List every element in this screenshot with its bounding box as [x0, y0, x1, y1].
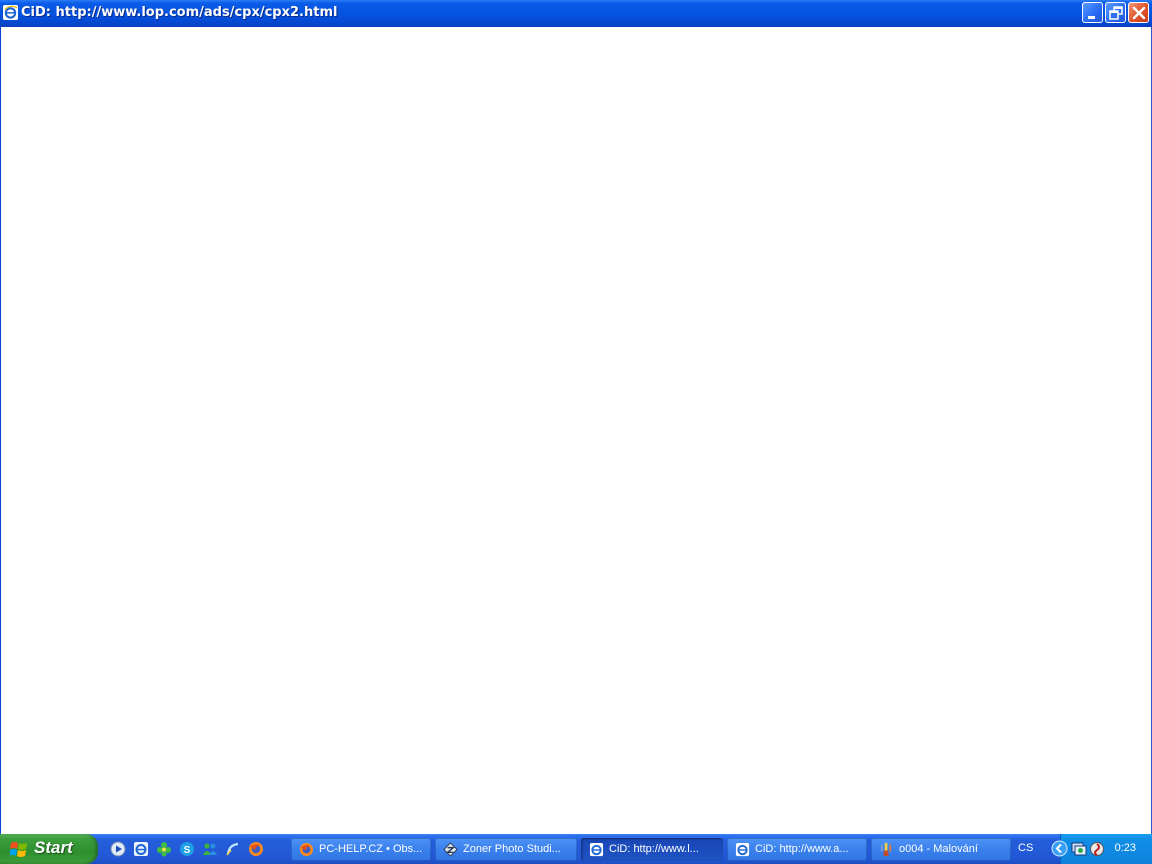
ie-icon [3, 5, 18, 20]
window-title: CiD: http://www.lop.com/ads/cpx/cpx2.htm… [21, 5, 338, 20]
taskbar: Start S PC-HELP.CZ • Obs... Zoner Photo … [0, 834, 1152, 864]
ie-icon[interactable] [225, 841, 241, 857]
title-bar[interactable]: CiD: http://www.lop.com/ads/cpx/cpx2.htm… [0, 0, 1152, 27]
ie-icon [589, 842, 604, 857]
task-label: Zoner Photo Studi... [463, 843, 561, 855]
close-button[interactable] [1128, 2, 1149, 23]
start-label: Start [34, 838, 73, 857]
windows-flag-icon [10, 842, 27, 857]
task-button-cid-a[interactable]: CiD: http://www.a... [727, 838, 867, 861]
green-app-icon[interactable] [156, 841, 172, 857]
task-button-zoner[interactable]: Zoner Photo Studi... [435, 838, 577, 861]
browser-window: CiD: http://www.lop.com/ads/cpx/cpx2.htm… [0, 0, 1152, 834]
system-tray: 0:23 [1051, 834, 1152, 864]
close-icon [1132, 6, 1146, 20]
svg-text:S: S [184, 845, 191, 856]
firefox-icon [299, 842, 314, 857]
task-button-paint[interactable]: o004 - Malování [871, 838, 1011, 861]
antivirus-icon[interactable] [1089, 841, 1105, 857]
task-label: CiD: http://www.l... [609, 843, 699, 855]
firefox-icon[interactable] [248, 841, 264, 857]
zoner-icon [443, 842, 458, 857]
page-content-area[interactable] [1, 27, 1151, 834]
minimize-icon [1088, 16, 1095, 19]
minimize-button[interactable] [1082, 2, 1103, 23]
skype-icon[interactable]: S [179, 841, 195, 857]
task-button-cid-lop[interactable]: CiD: http://www.l... [581, 838, 723, 861]
restore-icon [1109, 6, 1123, 20]
task-label: o004 - Malování [899, 843, 978, 855]
task-button-pc-help[interactable]: PC-HELP.CZ • Obs... [291, 838, 431, 861]
clock[interactable]: 0:23 [1115, 842, 1136, 854]
network-icon[interactable] [1071, 841, 1087, 857]
media-player-icon[interactable] [110, 841, 126, 857]
ie-icon [735, 842, 750, 857]
start-button[interactable]: Start [0, 834, 98, 864]
task-label: PC-HELP.CZ • Obs... [319, 843, 423, 855]
language-indicator[interactable]: CS [1018, 842, 1033, 854]
tray-expand-chevron-icon[interactable] [1051, 840, 1068, 857]
task-label: CiD: http://www.a... [755, 843, 849, 855]
restore-button[interactable] [1105, 2, 1126, 23]
ie-icon[interactable] [133, 841, 149, 857]
messenger-icon[interactable] [202, 841, 218, 857]
paint-icon [880, 842, 892, 857]
